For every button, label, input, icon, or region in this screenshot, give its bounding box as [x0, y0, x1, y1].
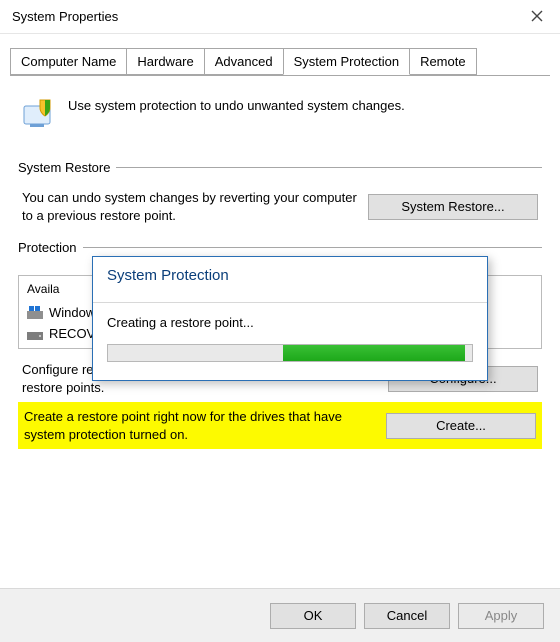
apply-button[interactable]: Apply [458, 603, 544, 629]
close-button[interactable] [514, 0, 560, 34]
shield-monitor-icon [18, 94, 58, 134]
drive-windows-icon [27, 306, 43, 320]
create-restore-description: Create a restore point right now for the… [24, 408, 368, 443]
system-restore-row: You can undo system changes by reverting… [18, 187, 542, 226]
tab-system-protection[interactable]: System Protection [283, 48, 411, 75]
progress-dialog-title: System Protection [93, 257, 487, 303]
progress-dialog-message: Creating a restore point... [107, 315, 473, 330]
tab-advanced[interactable]: Advanced [204, 48, 284, 75]
drive-generic-icon [27, 327, 43, 341]
section-system-restore: System Restore You can undo system chang… [18, 160, 542, 226]
close-icon [531, 9, 543, 25]
system-restore-button[interactable]: System Restore... [368, 194, 538, 220]
tab-strip: Computer Name Hardware Advanced System P… [10, 48, 550, 76]
create-button[interactable]: Create... [386, 413, 536, 439]
tab-remote[interactable]: Remote [409, 48, 477, 75]
protection-settings-legend: Protection [18, 240, 83, 255]
progress-dialog: System Protection Creating a restore poi… [92, 256, 488, 381]
intro-text: Use system protection to undo unwanted s… [68, 94, 405, 113]
system-restore-description: You can undo system changes by reverting… [22, 189, 368, 224]
ok-button[interactable]: OK [270, 603, 356, 629]
titlebar: System Properties [0, 0, 560, 34]
system-restore-legend: System Restore [18, 160, 116, 175]
window-title: System Properties [12, 9, 118, 24]
dialog-button-row: OK Cancel Apply [0, 588, 560, 642]
progress-dialog-body: Creating a restore point... [93, 303, 487, 380]
intro-row: Use system protection to undo unwanted s… [18, 94, 542, 134]
progress-bar [107, 344, 473, 362]
system-properties-window: System Properties Computer Name Hardware… [0, 0, 560, 642]
cancel-button[interactable]: Cancel [364, 603, 450, 629]
create-restore-row: Create a restore point right now for the… [18, 402, 542, 449]
tab-hardware[interactable]: Hardware [126, 48, 204, 75]
tab-computer-name[interactable]: Computer Name [10, 48, 127, 75]
progress-bar-fill [283, 345, 465, 361]
